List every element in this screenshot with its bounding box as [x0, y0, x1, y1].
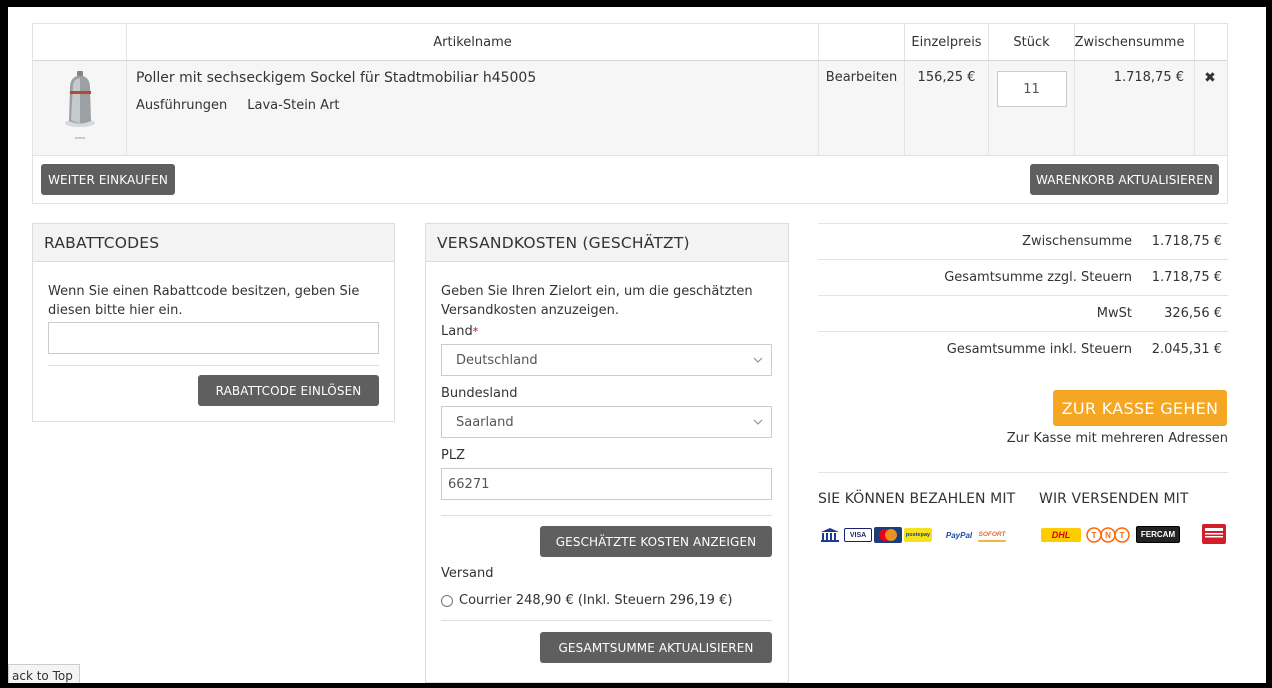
divider	[441, 515, 772, 516]
bartolini-logo	[1202, 524, 1226, 544]
bank-icon	[820, 527, 840, 547]
product-options: Ausführungen Lava-Stein Art	[127, 98, 818, 113]
product-name[interactable]: Poller mit sechseckigem Sockel für Stadt…	[127, 70, 818, 86]
country-label: Land*	[441, 324, 479, 339]
shipping-option-label: Courrier 248,90 € (Inkl. Steuern 296,19 …	[459, 593, 733, 608]
country-value: Deutschland	[456, 352, 538, 368]
remove-item-icon[interactable]: ✖	[1204, 70, 1216, 86]
apply-coupon-button[interactable]: RABATTCODE EINLÖSEN	[198, 375, 379, 406]
quantity-cell: 11	[989, 61, 1075, 155]
header-image-col	[33, 24, 127, 60]
svg-text:T: T	[1092, 531, 1097, 540]
required-marker: *	[472, 325, 479, 338]
shipping-option[interactable]: Courrier 248,90 € (Inkl. Steuern 296,19 …	[441, 593, 732, 608]
svg-text:T: T	[1120, 531, 1125, 540]
postepay-logo: postepay	[904, 528, 932, 542]
header-name: Artikelname	[127, 24, 819, 60]
total-incl-value: 2.045,31 €	[1151, 342, 1222, 357]
shipping-description: Geben Sie Ihren Zielort ein, um die gesc…	[441, 284, 753, 318]
divider	[818, 472, 1228, 473]
product-thumbnail[interactable]	[33, 61, 127, 155]
coupon-panel: RABATTCODES Wenn Sie einen Rabattcode be…	[32, 223, 395, 422]
edit-link[interactable]: Bearbeiten	[826, 70, 897, 85]
divider	[48, 365, 379, 366]
zip-input[interactable]: 66271	[441, 468, 772, 500]
multi-address-checkout-link[interactable]: Zur Kasse mit mehreren Adressen	[1007, 431, 1228, 446]
checkout-button[interactable]: ZUR KASSE GEHEN	[1053, 390, 1227, 426]
back-to-top-button[interactable]: ack to Top	[8, 664, 80, 683]
cart-item-row: Poller mit sechseckigem Sockel für Stadt…	[33, 61, 1227, 155]
continue-shopping-button[interactable]: WEITER EINKAUFEN	[41, 164, 175, 195]
cart-actions: WEITER EINKAUFEN WARENKORB AKTUALISIEREN	[33, 155, 1227, 203]
shipping-panel: VERSANDKOSTEN (GESCHÄTZT) Geben Sie Ihre…	[425, 223, 789, 683]
chevron-down-icon	[753, 419, 763, 425]
zip-label: PLZ	[441, 448, 465, 463]
totals-incl-tax-row: Gesamtsumme inkl. Steuern 2.045,31 €	[818, 331, 1228, 367]
shipping-method-title: Versand	[441, 566, 494, 581]
tnt-logo: T N T	[1086, 525, 1130, 545]
shipping-option-radio[interactable]	[441, 594, 453, 607]
option-value: Lava-Stein Art	[247, 98, 340, 113]
header-unit-price: Einzelpreis	[905, 24, 989, 60]
total-incl-label: Gesamtsumme inkl. Steuern	[946, 342, 1132, 357]
estimate-shipping-button[interactable]: GESCHÄTZTE KOSTEN ANZEIGEN	[540, 526, 772, 557]
dhl-logo: DHL	[1041, 528, 1081, 542]
update-cart-button[interactable]: WARENKORB AKTUALISIEREN	[1030, 164, 1219, 195]
edit-cell: Bearbeiten	[819, 61, 905, 155]
total-excl-value: 1.718,75 €	[1151, 270, 1222, 285]
divider	[441, 620, 772, 621]
totals-subtotal-row: Zwischensumme 1.718,75 €	[818, 223, 1228, 259]
state-label: Bundesland	[441, 386, 518, 401]
product-info: Poller mit sechseckigem Sockel für Stadt…	[127, 61, 819, 155]
fercam-logo: FERCAM	[1136, 526, 1180, 543]
tax-label: MwSt	[1096, 306, 1132, 321]
subtotal-label: Zwischensumme	[1022, 234, 1132, 249]
cart-table-header: Artikelname Einzelpreis Stück Zwischensu…	[33, 24, 1227, 61]
totals-tax-row: MwSt 326,56 €	[818, 295, 1228, 331]
coupon-code-input[interactable]	[48, 322, 379, 354]
header-edit-col	[819, 24, 905, 60]
subtotal-value: 1.718,75 €	[1151, 234, 1222, 249]
item-subtotal: 1.718,75 €	[1075, 61, 1195, 155]
unit-price: 156,25 €	[905, 61, 989, 155]
option-label: Ausführungen	[136, 98, 228, 113]
country-select[interactable]: Deutschland	[441, 344, 772, 376]
header-subtotal: Zwischensumme	[1075, 24, 1195, 60]
shipping-title: VERSANDKOSTEN (GESCHÄTZT)	[426, 224, 788, 262]
tax-value: 326,56 €	[1164, 306, 1222, 321]
state-value: Saarland	[456, 414, 514, 430]
totals-excl-tax-row: Gesamtsumme zzgl. Steuern 1.718,75 €	[818, 259, 1228, 295]
cart-page: Artikelname Einzelpreis Stück Zwischensu…	[8, 7, 1266, 683]
mastercard-logo	[874, 527, 902, 543]
coupon-title: RABATTCODES	[33, 224, 394, 262]
chevron-down-icon	[753, 357, 763, 363]
state-select[interactable]: Saarland	[441, 406, 772, 438]
svg-text:N: N	[1105, 531, 1111, 540]
update-total-button[interactable]: GESAMTSUMME AKTUALISIEREN	[540, 632, 772, 663]
bollard-image	[64, 71, 95, 139]
coupon-description: Wenn Sie einen Rabattcode besitzen, gebe…	[48, 284, 360, 318]
shipping-carriers-title: WIR VERSENDEN MIT	[1039, 491, 1189, 507]
delete-cell: ✖	[1195, 61, 1225, 155]
header-quantity: Stück	[989, 24, 1075, 60]
payment-methods-title: SIE KÖNNEN BEZAHLEN MIT	[818, 491, 1016, 507]
sofort-logo: SOFORT	[978, 528, 1006, 542]
visa-logo: VISA	[844, 528, 872, 542]
header-delete-col	[1195, 24, 1225, 60]
cart-table: Artikelname Einzelpreis Stück Zwischensu…	[32, 23, 1228, 204]
total-excl-label: Gesamtsumme zzgl. Steuern	[944, 270, 1132, 285]
quantity-input[interactable]: 11	[996, 71, 1067, 107]
paypal-logo: PayPal	[944, 528, 974, 542]
